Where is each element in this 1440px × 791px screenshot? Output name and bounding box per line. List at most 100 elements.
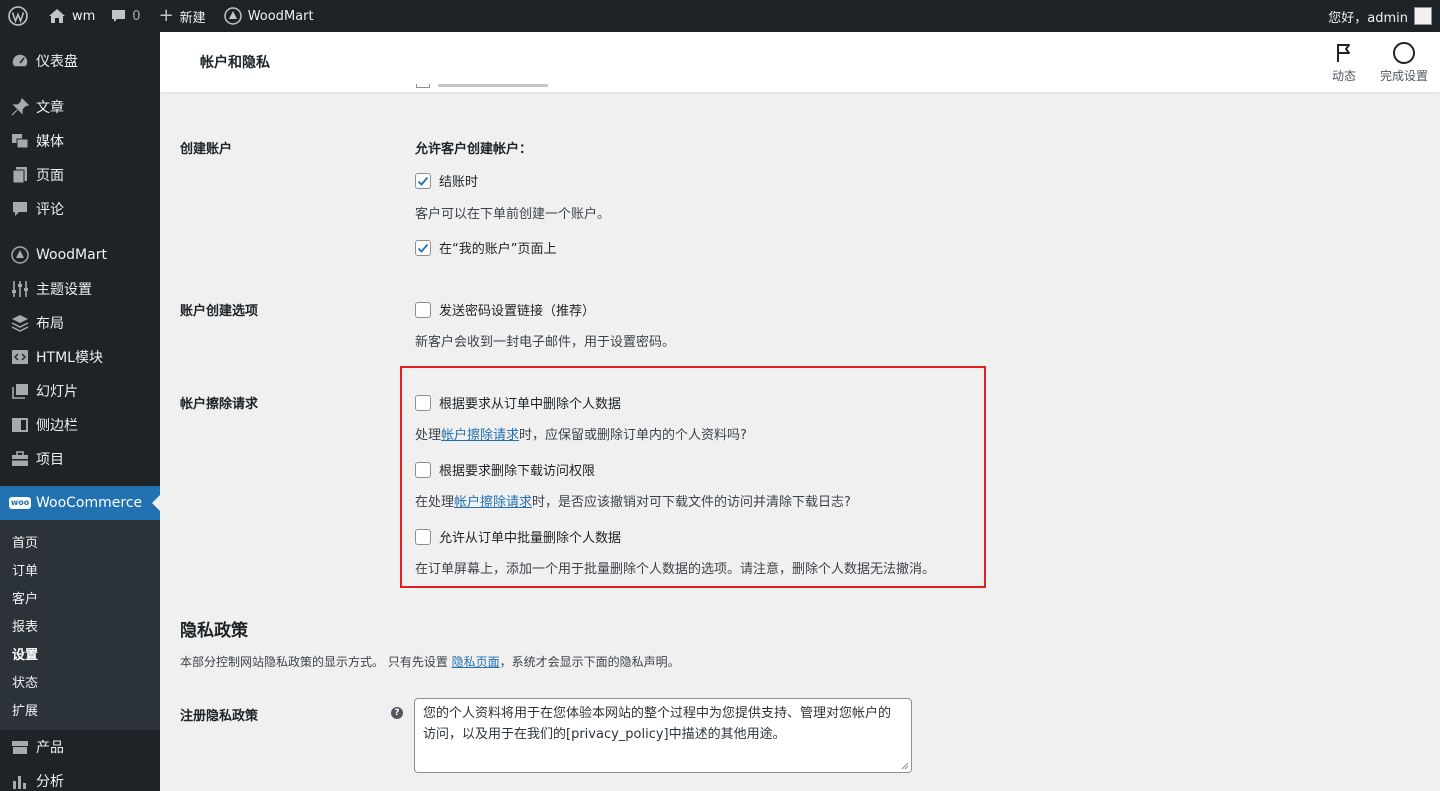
submenu-item-extensions[interactable]: 扩展: [0, 695, 160, 723]
checkout-description: 客户可以在下单前创建一个账户。: [415, 207, 611, 222]
erasure-bulk-checkbox[interactable]: [415, 528, 431, 545]
sidebar-item-theme-settings[interactable]: 主题设置: [0, 272, 160, 306]
account-menu[interactable]: 您好，admin: [1328, 7, 1440, 26]
home-icon: [48, 8, 66, 24]
resize-grip-icon[interactable]: [899, 760, 909, 770]
myaccount-label: 在“我的账户”页面上: [439, 242, 557, 257]
sidebar-item-slides[interactable]: 幻灯片: [0, 374, 160, 408]
greeting: 您好，admin: [1328, 10, 1408, 26]
erasure-downloads-checkbox[interactable]: [415, 461, 431, 478]
sidebar-item-projects[interactable]: 项目: [0, 442, 160, 476]
products-icon: [10, 737, 30, 757]
comments-count: 0: [132, 8, 141, 24]
progress-circle-icon: [1392, 41, 1416, 65]
sidebar-item-posts[interactable]: 文章: [0, 90, 160, 124]
account-creation-title: 允许客户创建帐户：: [415, 142, 533, 157]
woo-badge: woo: [8, 497, 32, 509]
erasure-bulk-label: 允许从订单中批量删除个人数据: [439, 531, 622, 546]
finish-setup-button[interactable]: 完成设置: [1368, 32, 1440, 92]
submenu-item-home[interactable]: 首页: [0, 527, 160, 555]
flag-icon: [1334, 41, 1354, 65]
sidebar-item-label: 项目: [36, 452, 64, 468]
sidebar-item-sidebars[interactable]: 侧边栏: [0, 408, 160, 442]
woo-icon: woo: [8, 493, 32, 513]
sidebar-item-label: 主题设置: [36, 282, 92, 298]
comment-icon: [10, 199, 30, 219]
erasure-orders-label: 根据要求从订单中删除个人数据: [439, 397, 622, 412]
erasure-option-orders[interactable]: 根据要求从订单中删除个人数据: [415, 393, 621, 412]
sidebar-item-pages[interactable]: 页面: [0, 158, 160, 192]
erasure-request-link[interactable]: 帐户擦除请求: [454, 495, 532, 510]
partial-row: [416, 84, 548, 90]
admin-bar: wm 0 + 新建 WoodMart 您好，admin: [0, 0, 1440, 32]
sidebar-item-woocommerce[interactable]: woo WooCommerce: [0, 486, 160, 520]
theme-link[interactable]: WoodMart: [214, 0, 322, 32]
layers-icon: [10, 313, 30, 333]
send-link-checkbox[interactable]: [415, 301, 431, 318]
submenu-item-status[interactable]: 状态: [0, 667, 160, 695]
avatar: [1414, 7, 1432, 25]
sidebar-item-html-blocks[interactable]: HTML模块: [0, 340, 160, 374]
help-icon[interactable]: ?: [391, 707, 403, 719]
sidebar-item-label: 文章: [36, 100, 64, 116]
admin-sidebar: 仪表盘 文章 媒体 页面 评论 WoodMart 主题设置 布局 HTML模块 …: [0, 32, 160, 791]
submenu-item-settings[interactable]: 设置: [0, 639, 160, 667]
sidebar-item-products[interactable]: 产品: [0, 730, 160, 764]
checkout-label: 结账时: [439, 175, 479, 190]
sidebar-item-label: 幻灯片: [36, 384, 78, 400]
sidebar-item-media[interactable]: 媒体: [0, 124, 160, 158]
sidebar-item-label: 布局: [36, 316, 64, 332]
send-link-description: 新客户会收到一封电子邮件，用于设置密码。: [415, 335, 676, 350]
page-header: 帐户和隐私 动态 完成设置: [160, 32, 1440, 92]
erasure-orders-checkbox[interactable]: [415, 394, 431, 411]
sidebar-icon: [10, 415, 30, 435]
page-title: 帐户和隐私: [200, 55, 270, 71]
page-icon: [10, 165, 30, 185]
account-creation-label: 创建账户: [180, 142, 233, 157]
theme-name: WoodMart: [247, 8, 314, 24]
analytics-icon: [10, 771, 30, 791]
checkout-option[interactable]: 结账时: [415, 171, 478, 190]
site-name: wm: [72, 8, 96, 24]
send-link-option[interactable]: 发送密码设置链接（推荐）: [415, 300, 595, 319]
dashboard-icon: [10, 51, 30, 71]
submenu-item-orders[interactable]: 订单: [0, 555, 160, 583]
submenu-item-customers[interactable]: 客户: [0, 583, 160, 611]
desc-text: 本部分控制网站隐私政策的显示方式。 只有先设置: [180, 655, 452, 669]
new-content-link[interactable]: + 新建: [149, 0, 214, 32]
sidebar-item-label: 侧边栏: [36, 418, 78, 434]
privacy-description: 本部分控制网站隐私政策的显示方式。 只有先设置 隐私页面，系统才会显示下面的隐私…: [180, 653, 680, 670]
desc-text: 在处理: [415, 495, 455, 510]
register-privacy-textarea[interactable]: 您的个人资料将用于在您体验本网站的整个过程中为您提供支持、管理对您帐户的访问，以…: [414, 698, 912, 773]
account-creation-fieldset: 允许客户创建帐户：: [415, 138, 532, 157]
erasure-option-bulk[interactable]: 允许从订单中批量删除个人数据: [415, 527, 621, 546]
activity-button[interactable]: 动态: [1320, 32, 1368, 92]
media-icon: [10, 131, 30, 151]
sidebar-item-layouts[interactable]: 布局: [0, 306, 160, 340]
erasure-downloads-label: 根据要求删除下载访问权限: [439, 464, 596, 479]
myaccount-checkbox[interactable]: [415, 239, 431, 256]
checkout-checkbox[interactable]: [415, 172, 431, 189]
comments-link[interactable]: 0: [103, 0, 148, 32]
html-icon: [10, 347, 30, 367]
submenu-item-reports[interactable]: 报表: [0, 611, 160, 639]
erasure-downloads-description: 在处理帐户擦除请求时，是否应该撤销对可下载文件的访问并清除下载日志?: [415, 491, 851, 510]
sidebar-item-label: 仪表盘: [36, 54, 78, 70]
erasure-request-link[interactable]: 帐户擦除请求: [441, 428, 519, 443]
account-options-label: 账户创建选项: [180, 304, 259, 319]
new-label: 新建: [179, 10, 206, 26]
sidebar-item-analytics[interactable]: 分析: [0, 764, 160, 791]
sidebar-item-comments[interactable]: 评论: [0, 192, 160, 226]
erasure-bulk-description: 在订单屏幕上，添加一个用于批量删除个人数据的选项。请注意，删除个人数据无法撤消。: [415, 562, 936, 577]
erasure-option-downloads[interactable]: 根据要求删除下载访问权限: [415, 460, 595, 479]
privacy-page-link[interactable]: 隐私页面: [452, 655, 500, 669]
myaccount-option[interactable]: 在“我的账户”页面上: [415, 238, 556, 257]
woodmart-logo-icon: [223, 7, 242, 25]
sidebar-item-dashboard[interactable]: 仪表盘: [0, 44, 160, 78]
wordpress-logo-icon[interactable]: [0, 0, 36, 32]
sidebar-item-woodmart[interactable]: WoodMart: [0, 238, 160, 272]
desc-text: 时，是否应该撤销对可下载文件的访问并清除下载日志?: [532, 495, 851, 510]
sidebar-item-label: HTML模块: [36, 350, 103, 366]
slides-icon: [10, 381, 30, 401]
site-name-link[interactable]: wm: [36, 0, 103, 32]
